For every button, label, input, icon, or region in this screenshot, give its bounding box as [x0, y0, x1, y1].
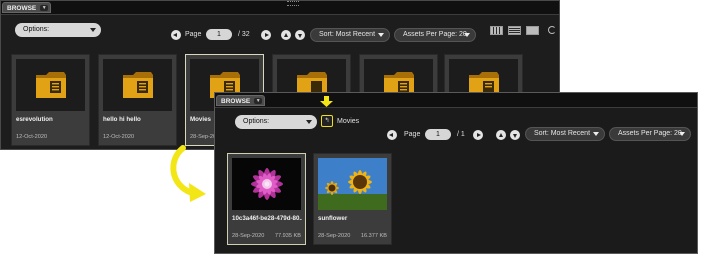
annotation-layer: [170, 96, 333, 202]
annotation-curved-arrow-icon: [170, 145, 206, 202]
annotation-arrow-down-icon: [320, 96, 333, 107]
